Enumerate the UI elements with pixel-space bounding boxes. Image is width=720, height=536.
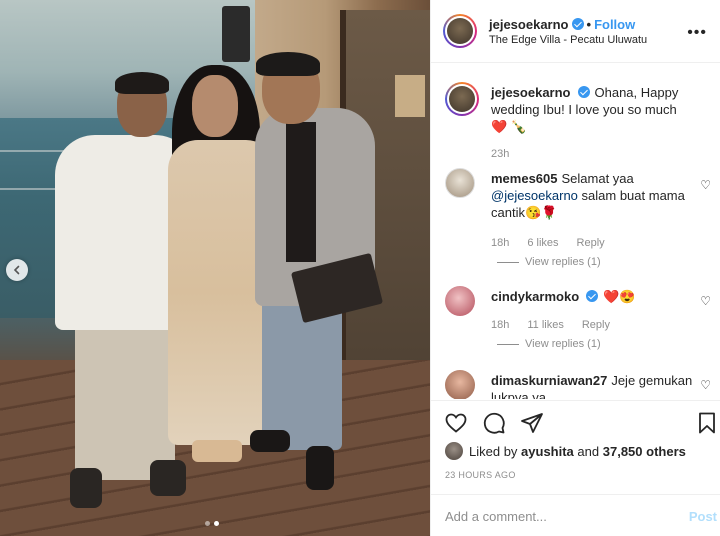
carousel-prev-button[interactable] [6,259,28,281]
caption-time[interactable]: 23h [491,148,509,160]
comment-mention[interactable]: @jejesoekarno [491,188,578,203]
person-left-shoe [70,468,102,508]
comment-item: dimaskurniawan27 Jeje gemukan lukpya ya ♡ [445,370,715,399]
comment-text: memes605 Selamat yaa @jejesoekarno salam … [491,170,696,221]
follow-button[interactable]: Follow [594,17,635,32]
comment-like-heart-icon[interactable]: ♡ [700,178,711,192]
post-timestamp[interactable]: 23 HOURS AGO [445,470,516,480]
comment-text: dimaskurniawan27 Jeje gemukan lukpya ya [491,372,696,399]
comment-icon[interactable] [482,411,506,435]
comment-likes[interactable]: 11 likes [527,319,563,331]
comment-body: Selamat yaa [561,171,634,186]
caption-avatar[interactable] [445,82,479,116]
person-center-head [192,75,238,137]
post-actions-bar [431,400,720,440]
bookmark-icon[interactable] [695,411,719,435]
likes-prefix: Liked by [469,443,518,459]
comment-username[interactable]: cindykarmoko [491,289,579,304]
likes-summary: Liked by ayushita and 37,850 others [445,442,686,460]
author-header-line: jejesoekarno • Follow [489,17,635,32]
post-photo[interactable] [0,0,430,536]
verified-badge-icon [571,18,584,30]
carousel-dot-active [214,521,219,526]
post-side-panel: jejesoekarno • Follow The Edge Villa - Pec… [430,0,720,536]
carousel-indicator [205,521,219,526]
comments-list[interactable]: jejesoekarno Ohana, Happy wedding Ibu! I … [431,64,720,399]
caption-meta: 23h [491,148,527,160]
caption-item: jejesoekarno Ohana, Happy wedding Ibu! I … [445,82,715,182]
add-comment-bar: Post [431,494,720,536]
liker-avatar[interactable] [445,442,463,460]
view-replies-button[interactable]: View replies (1) [525,338,601,350]
comment-avatar[interactable] [445,370,475,399]
person-right-hair [256,52,320,76]
post-comment-button[interactable]: Post [689,509,717,524]
post-header: jejesoekarno • Follow The Edge Villa - Pec… [431,0,720,63]
separator-dot: • [586,17,592,32]
caption-username[interactable]: jejesoekarno [491,85,571,100]
comment-body: ❤️😍 [603,289,636,304]
comment-reply-button[interactable]: Reply [577,237,605,249]
author-username[interactable]: jejesoekarno [489,17,569,32]
liker-username[interactable]: ayushita [521,444,574,459]
likes-count[interactable]: 37,850 others [603,444,686,459]
post-location[interactable]: The Edge Villa - Pecatu Uluwatu [489,34,647,46]
comment-text: cindykarmoko ❤️😍 [491,288,696,305]
person-right-shoe [306,446,334,490]
verified-badge-icon [586,290,599,302]
author-avatar[interactable] [443,14,477,48]
view-replies-button[interactable]: View replies (1) [525,256,601,268]
comment-username[interactable]: dimaskurniawan27 [491,373,607,388]
comment-likes[interactable]: 6 likes [527,237,558,249]
photo-lamp [395,75,425,117]
person-left-legs [75,320,175,480]
comment-avatar[interactable] [445,168,475,198]
photo-wall-lamp [222,6,250,62]
person-center-feet [192,440,242,462]
comment-reply-button[interactable]: Reply [582,319,610,331]
person-right-legs [262,300,342,450]
person-left-shoe [150,460,186,496]
comment-time[interactable]: 18h [491,237,509,249]
likes-middle: and [577,443,600,459]
person-left-hair [115,72,169,94]
comment-like-heart-icon[interactable]: ♡ [700,378,711,392]
comment-meta: 18h 11 likes Reply [491,319,628,331]
share-icon[interactable] [520,411,544,435]
comment-avatar[interactable] [445,286,475,316]
person-right-shoe [250,430,290,452]
chevron-left-icon [13,265,20,275]
comment-item: memes605 Selamat yaa @jejesoekarno salam … [445,168,715,268]
more-icon[interactable]: ••• [687,24,707,42]
comment-username[interactable]: memes605 [491,171,558,186]
comment-meta: 18h 6 likes Reply [491,237,623,249]
person-right-shirt [286,122,316,262]
comment-time[interactable]: 18h [491,319,509,331]
caption-text: jejesoekarno Ohana, Happy wedding Ibu! I … [491,84,696,135]
add-comment-input[interactable] [445,506,665,526]
comment-item: cindykarmoko ❤️😍 ♡ 18h 11 likes Reply View … [445,286,715,376]
carousel-dot [205,521,210,526]
heart-icon[interactable] [444,411,468,435]
comment-like-heart-icon[interactable]: ♡ [700,294,711,308]
verified-badge-icon [577,86,590,98]
